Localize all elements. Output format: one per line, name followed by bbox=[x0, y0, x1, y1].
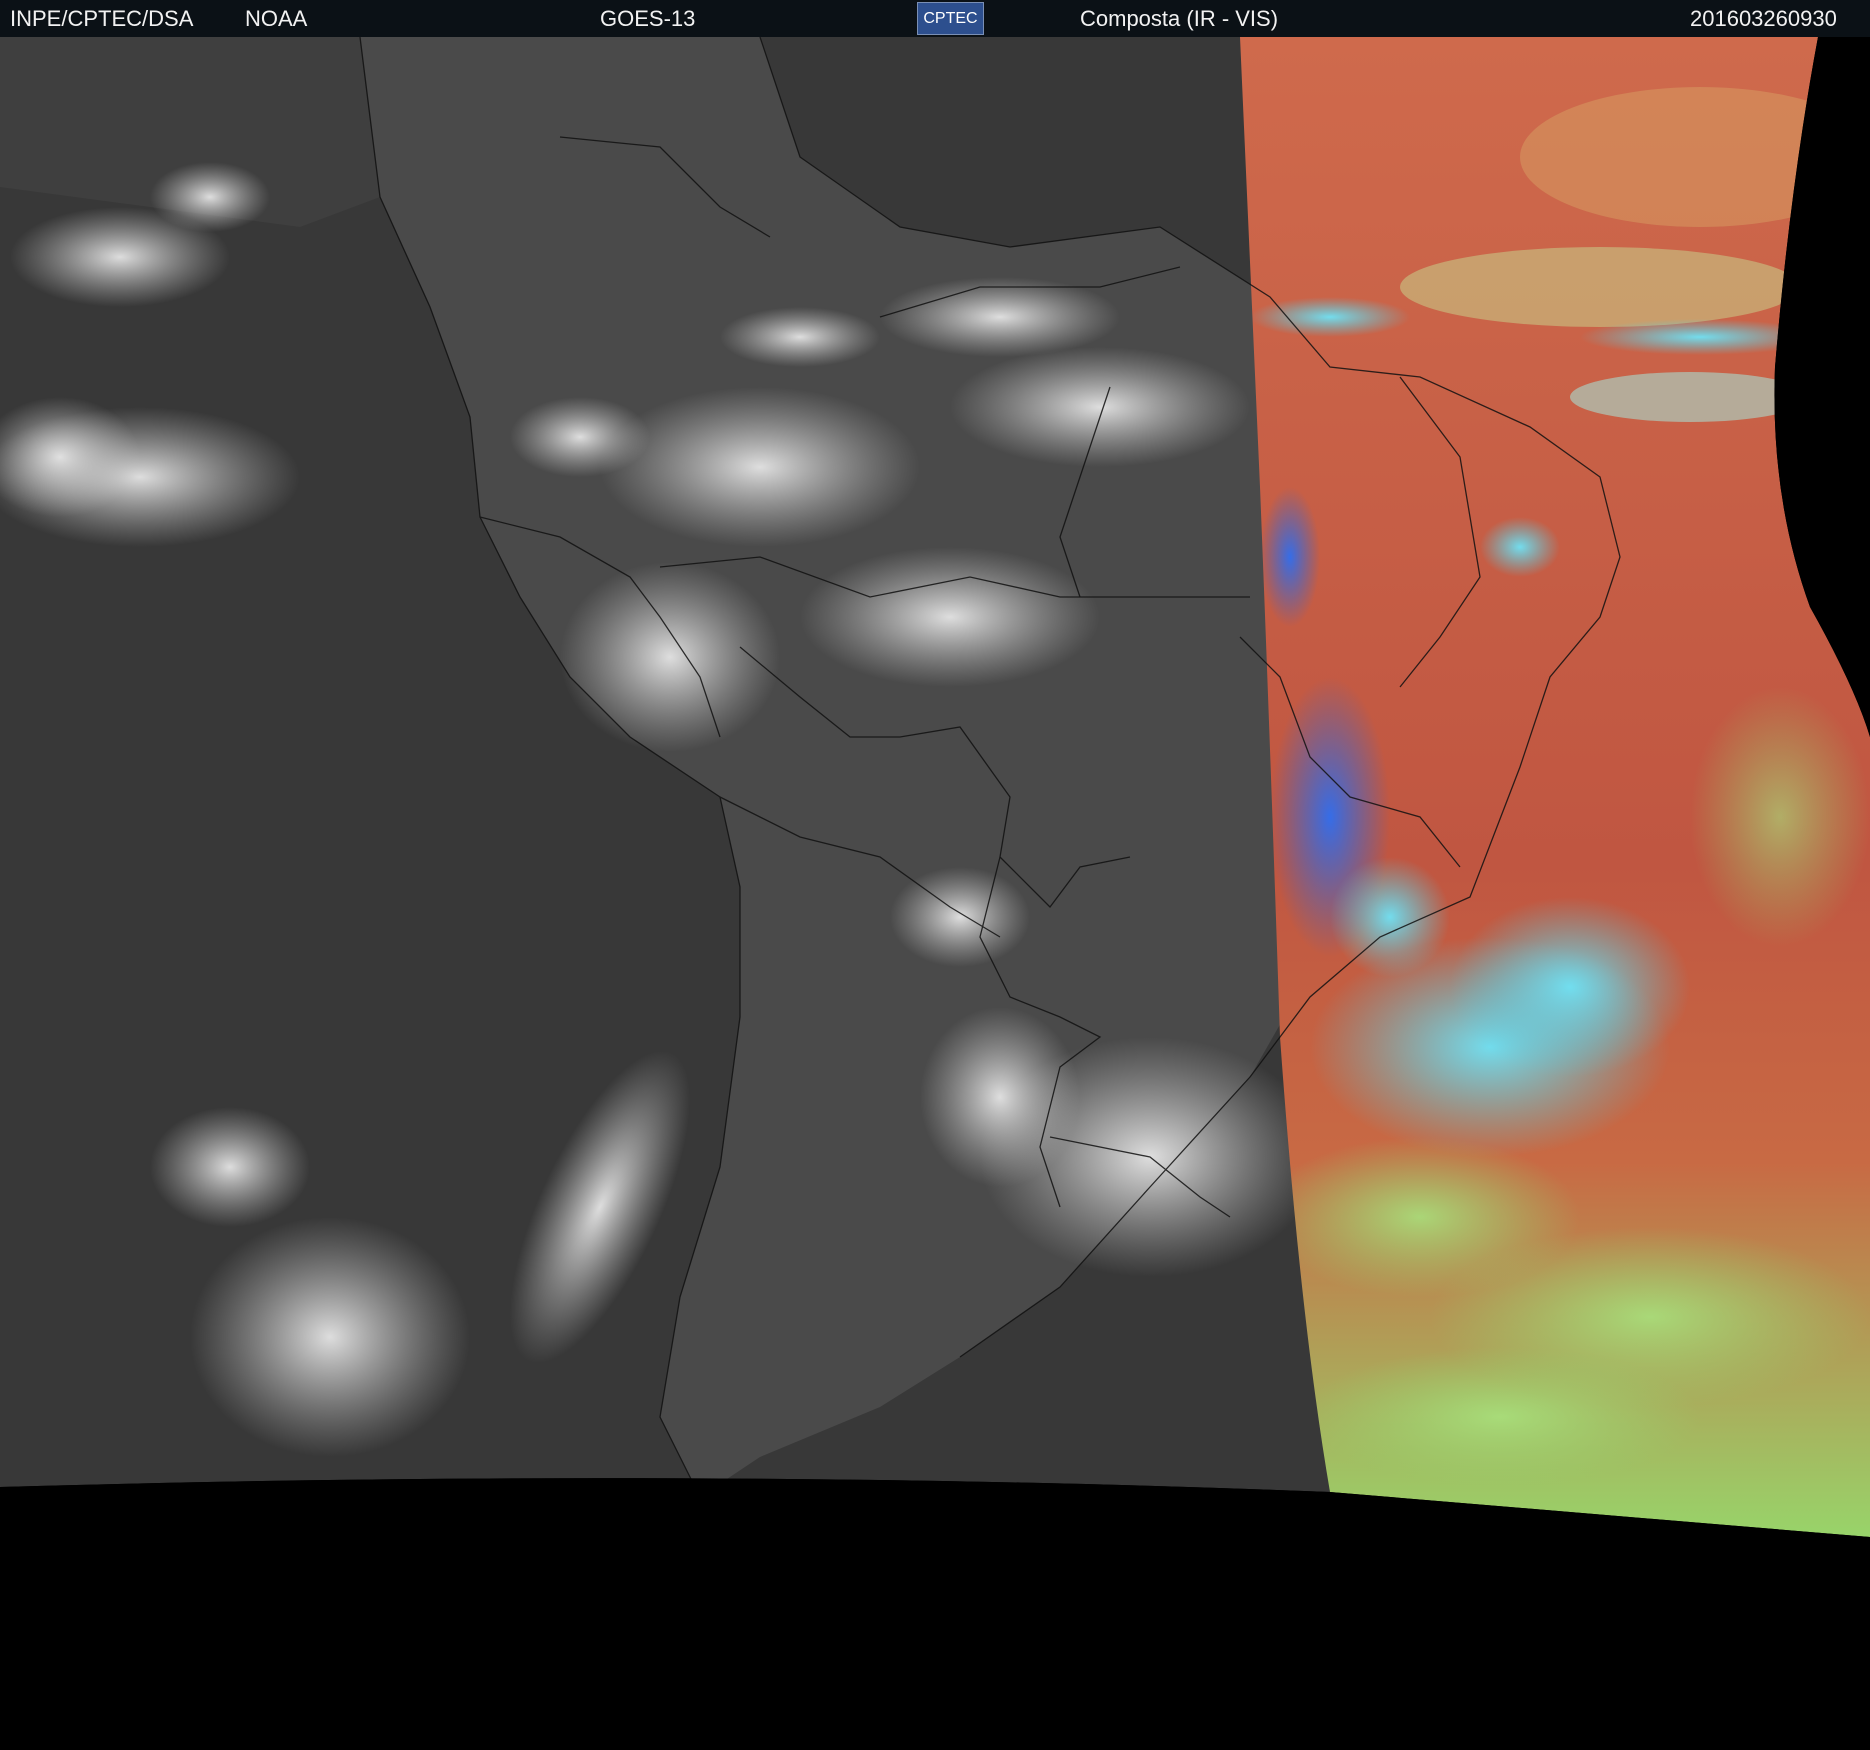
header-satellite: GOES-13 bbox=[600, 6, 696, 31]
header-org: INPE/CPTEC/DSA bbox=[10, 6, 194, 31]
cptec-logo: CPTEC bbox=[917, 2, 984, 35]
satellite-image bbox=[0, 37, 1870, 1750]
header-agency: NOAA bbox=[245, 6, 308, 31]
header-bar: INPE/CPTEC/DSA NOAA GOES-13 CPTEC Compos… bbox=[0, 0, 1870, 37]
header-timestamp: 201603260930 bbox=[1690, 6, 1837, 31]
header-product: Composta (IR - VIS) bbox=[1080, 6, 1279, 31]
